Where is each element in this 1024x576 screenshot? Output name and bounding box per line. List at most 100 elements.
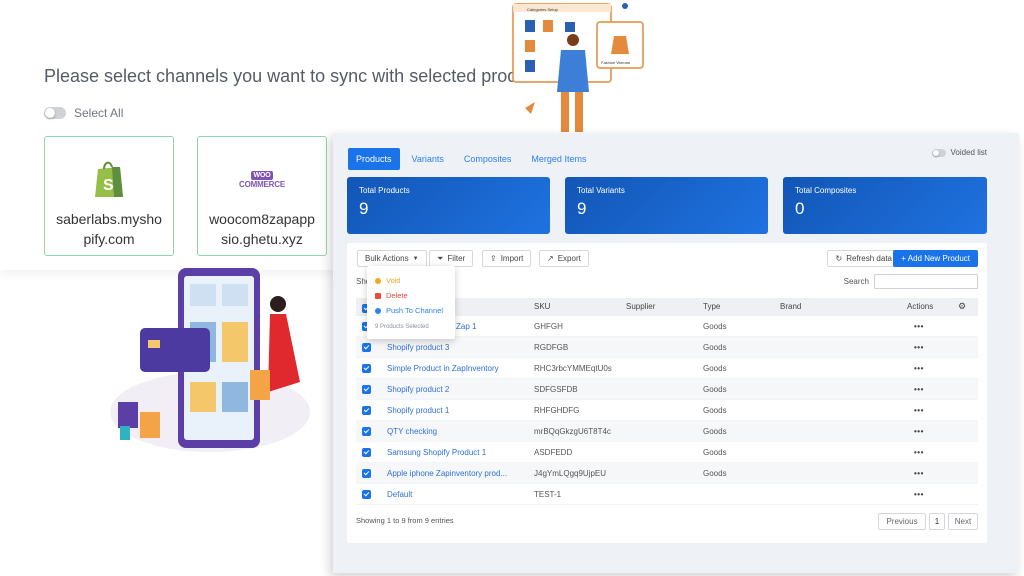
table-row[interactable]: Shopify product 1 RHFGHDFG Goods ••• [356,400,978,421]
channel-name: woocom8zapappsio.ghetu.xyz [209,211,315,247]
filter-label: Filter [447,254,466,263]
tab-products[interactable]: Products [348,148,400,170]
row-checkbox[interactable] [362,406,371,415]
more-actions-icon[interactable]: ••• [914,427,924,436]
category-setup-illustration: Categories Setup Fashion Woman [512,3,644,132]
channel-card-shopify[interactable]: S saberlabs.myshopify.com [44,136,174,256]
stat-total-variants: Total Variants 9 [565,177,768,234]
table-row[interactable]: Default TEST-1 ••• [356,484,978,505]
export-label: Export [557,254,581,263]
row-checkbox[interactable] [362,448,371,457]
product-name-link[interactable]: Simple Product in ZapInventory [387,364,499,373]
row-checkbox[interactable] [362,343,371,352]
select-all-toggle[interactable]: Select All [44,106,123,120]
product-tabs: Products Variants Composites Merged Item… [348,148,594,170]
row-checkbox[interactable] [362,364,371,373]
refresh-data-button[interactable]: ↻ Refresh data [827,250,900,267]
refresh-label: Refresh data [846,254,892,263]
product-sku: SDFGSFDB [534,385,578,394]
woo-logo-text: WOO [250,170,274,180]
voided-list-toggle[interactable]: Voided list [931,148,987,157]
caret-down-icon: ▼ [412,255,419,262]
menu-item-label: Void [386,276,401,285]
add-new-product-button[interactable]: + Add New Product [893,250,978,267]
settings-gear-icon[interactable]: ⚙ [958,301,966,312]
product-sku: J4gYmLQgq9UjpEU [534,469,607,478]
row-checkbox[interactable] [362,469,371,478]
row-checkbox[interactable] [362,427,371,436]
table-row[interactable]: Shopify product 3 RGDFGB Goods ••• [356,337,978,358]
push-icon [375,307,381,314]
product-name-link[interactable]: QTY checking [387,427,437,436]
menu-item-delete[interactable]: Delete [367,288,455,303]
more-actions-icon[interactable]: ••• [914,469,924,478]
tab-merged-items[interactable]: Merged Items [523,148,594,170]
product-type: Goods [703,364,727,373]
bulk-actions-label: Bulk Actions [365,254,409,263]
inventory-app: Products Variants Composites Merged Item… [333,133,1019,573]
stat-label: Total Variants [577,186,625,195]
shopify-icon: S [45,149,173,209]
menu-item-void[interactable]: Void [367,273,455,288]
illus-window-title: Categories Setup [527,7,559,12]
product-name-link[interactable]: Zap 1 [456,322,476,331]
product-type: Goods [703,406,727,415]
search-label: Search [843,277,869,286]
stat-value: 0 [795,199,805,218]
sync-title: Please select channels you want to sync … [44,66,528,86]
woocommerce-icon: WOO COMMERCE [198,149,326,209]
column-header-brand: Brand [780,302,802,311]
tab-composites[interactable]: Composites [456,148,520,170]
more-actions-icon[interactable]: ••• [914,448,924,457]
next-page-button[interactable]: Next [948,513,978,530]
stat-value: 9 [359,199,369,218]
product-name-link[interactable]: Shopify product 2 [387,385,449,394]
more-actions-icon[interactable]: ••• [914,490,924,499]
more-actions-icon[interactable]: ••• [914,385,924,394]
table-row[interactable]: Simple Product in ZapInventory RHC3rbcYM… [356,358,978,379]
bulk-actions-button[interactable]: Bulk Actions ▼ [357,250,427,267]
table-row[interactable]: Samsung Shopify Product 1 ASDFEDD Goods … [356,442,978,463]
import-button[interactable]: ⇪ Import [482,250,532,267]
product-name-link[interactable]: Apple iphone Zapinventory prod... [387,469,507,478]
product-type: Goods [703,385,727,394]
product-name-link[interactable]: Default [387,490,412,499]
filter-icon: ⏷ [437,253,444,263]
svg-text:S: S [103,177,114,194]
menu-item-label: Push To Channel [386,306,443,315]
channel-card-woocommerce[interactable]: WOO COMMERCE woocom8zapappsio.ghetu.xyz [197,136,327,256]
search-input[interactable] [874,274,978,289]
toggle-switch[interactable] [44,107,66,119]
previous-page-button[interactable]: Previous [878,513,926,530]
bulk-actions-menu: Void Delete Push To Channel 9 Products S… [367,266,455,339]
row-checkbox[interactable] [362,385,371,394]
product-type: Goods [703,322,727,331]
table-row[interactable]: Apple iphone Zapinventory prod... J4gYmL… [356,463,978,484]
export-button[interactable]: ↗ Export [539,250,589,267]
more-actions-icon[interactable]: ••• [914,406,924,415]
more-actions-icon[interactable]: ••• [914,322,924,331]
tab-variants[interactable]: Variants [404,148,452,170]
stat-total-products: Total Products 9 [347,177,550,234]
product-name-link[interactable]: Shopify product 1 [387,406,449,415]
row-checkbox[interactable] [362,490,371,499]
menu-item-push-to-channel[interactable]: Push To Channel [367,303,455,318]
toggle-switch[interactable] [931,148,946,157]
more-actions-icon[interactable]: ••• [914,343,924,352]
product-name-link[interactable]: Shopify product 3 [387,343,449,352]
stat-total-composites: Total Composites 0 [783,177,987,234]
illus-badge-label: Fashion Woman [601,60,630,65]
channel-name: saberlabs.myshopify.com [56,211,162,247]
more-actions-icon[interactable]: ••• [914,364,924,373]
export-icon: ↗ [547,254,554,263]
table-row[interactable]: Shopify product 2 SDFGSFDB Goods ••• [356,379,978,400]
trash-icon [375,292,381,299]
product-sku: RGDFGB [534,343,569,352]
product-sku: RHC3rbcYMMEqtU0s [534,364,612,373]
filter-button[interactable]: ⏷ Filter [429,250,474,267]
page-number-button[interactable]: 1 [929,513,945,530]
product-name-link[interactable]: Samsung Shopify Product 1 [387,448,486,457]
upload-icon: ⇪ [490,254,497,263]
table-row[interactable]: QTY checking mrBQqGkzgU6T8T4c Goods ••• [356,421,978,442]
product-sku: GHFGH [534,322,563,331]
